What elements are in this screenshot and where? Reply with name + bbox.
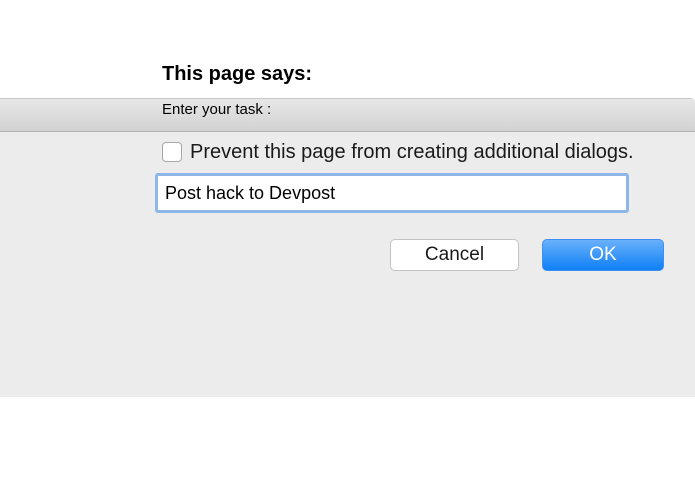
prevent-dialogs-checkbox[interactable]	[162, 142, 182, 162]
dialog-message: Enter your task :	[162, 101, 272, 118]
dialog-title: This page says:	[162, 63, 313, 85]
dialog-titlebar[interactable]	[0, 98, 695, 132]
prevent-dialogs-label[interactable]: Prevent this page from creating addition…	[190, 141, 634, 164]
prevent-dialogs-option[interactable]: Prevent this page from creating addition…	[162, 140, 634, 164]
cancel-button[interactable]: Cancel	[390, 239, 519, 271]
task-input[interactable]	[155, 173, 629, 213]
ok-button[interactable]: OK	[542, 239, 664, 271]
